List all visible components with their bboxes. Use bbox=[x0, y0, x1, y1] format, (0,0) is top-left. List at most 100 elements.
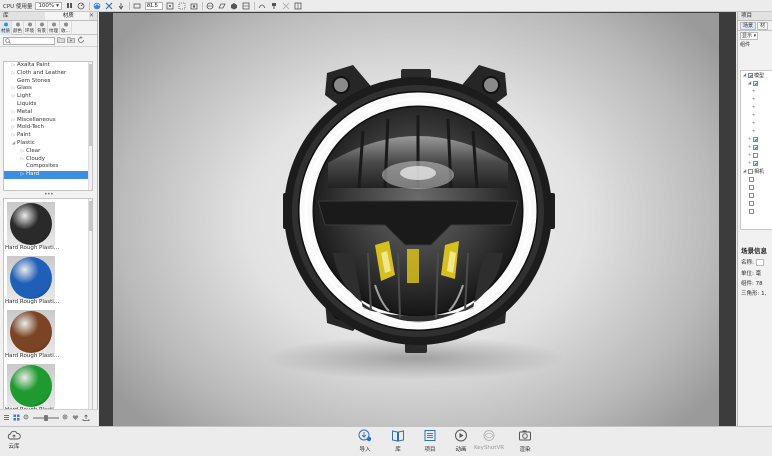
tree-row-part[interactable]: ◢ bbox=[741, 79, 772, 87]
panel-resize-handle[interactable]: ••• bbox=[44, 191, 54, 198]
upload-icon[interactable] bbox=[82, 414, 90, 423]
render-viewport[interactable] bbox=[99, 12, 736, 426]
thumbnail-scrollbar-thumb[interactable] bbox=[89, 201, 92, 231]
tree-item[interactable]: ▷ Glass bbox=[4, 85, 92, 93]
expand-icon[interactable]: + bbox=[751, 113, 756, 118]
close-icon[interactable]: ✕ bbox=[89, 12, 97, 20]
tree-row-part[interactable]: + bbox=[741, 95, 772, 103]
expand-arrow-icon[interactable]: ▷ bbox=[10, 62, 17, 70]
zoom-out-icon[interactable] bbox=[23, 414, 30, 423]
expand-icon[interactable]: + bbox=[747, 153, 752, 158]
resolution-lock-icon[interactable] bbox=[166, 1, 175, 10]
material-thumbnail[interactable]: Hard Rough Plasti... bbox=[5, 308, 59, 362]
thumbnail-size-slider[interactable] bbox=[33, 415, 59, 421]
realtime-render[interactable] bbox=[113, 13, 719, 426]
tree-row-part[interactable]: + bbox=[741, 119, 772, 127]
slider-knob[interactable] bbox=[44, 415, 48, 421]
expand-icon[interactable]: + bbox=[751, 89, 756, 94]
library-tab-4[interactable]: 纹理 bbox=[48, 21, 60, 35]
tree-row-camera-item[interactable] bbox=[741, 175, 772, 183]
expand-arrow-icon[interactable]: ▷ bbox=[19, 171, 26, 179]
expand-icon[interactable]: + bbox=[747, 161, 752, 166]
tree-row-camera-item[interactable] bbox=[741, 191, 772, 199]
tree-item[interactable]: ▷ Clear bbox=[4, 148, 92, 156]
tree-row-part[interactable]: + bbox=[741, 111, 772, 119]
material-thumbnail[interactable]: Hard Rough Plasti... bbox=[5, 254, 59, 308]
scene-tree-icon[interactable] bbox=[242, 1, 251, 10]
toggle-panels-icon[interactable] bbox=[294, 1, 303, 10]
tree-item[interactable]: ▷ Mold-Tech bbox=[4, 124, 92, 132]
tab-scene[interactable]: 场景 bbox=[740, 22, 757, 30]
expand-icon[interactable]: + bbox=[751, 105, 756, 110]
tree-row-camera[interactable]: ◢ 相机 bbox=[741, 167, 772, 175]
visibility-checkbox[interactable] bbox=[753, 160, 758, 166]
expand-arrow-icon[interactable]: ▷ bbox=[19, 156, 26, 164]
thumbnail-scrollbar[interactable] bbox=[88, 199, 92, 417]
geometry-view-icon[interactable] bbox=[230, 1, 239, 10]
tree-row-part[interactable]: + bbox=[741, 103, 772, 111]
collapse-icon[interactable]: ◢ bbox=[742, 169, 747, 174]
collapse-icon[interactable]: ◢ bbox=[742, 73, 747, 78]
pause-icon[interactable] bbox=[65, 1, 74, 10]
tree-item[interactable]: Liquids bbox=[4, 101, 92, 109]
library-tab-2[interactable]: 环境 bbox=[24, 21, 36, 35]
expand-arrow-icon[interactable]: ▷ bbox=[10, 93, 17, 101]
visibility-checkbox[interactable] bbox=[753, 80, 758, 86]
expand-arrow-icon[interactable]: ▷ bbox=[10, 132, 17, 140]
expand-arrow-icon[interactable]: ▷ bbox=[10, 124, 17, 132]
camera-distance-icon[interactable] bbox=[133, 1, 142, 10]
tree-item[interactable]: Gem Stones bbox=[4, 78, 92, 86]
region-render-icon[interactable] bbox=[178, 1, 187, 10]
tree-row-part[interactable]: + bbox=[741, 135, 772, 143]
dock-button-render-camera[interactable]: 渲染 bbox=[511, 429, 539, 455]
tree-item[interactable]: ▷ Axalta Paint bbox=[4, 62, 92, 70]
library-tab-0[interactable]: 材质 bbox=[0, 21, 12, 35]
tree-item[interactable]: ◢ Plastic bbox=[4, 140, 92, 148]
dock-button-animation-play[interactable]: 动画 bbox=[447, 429, 475, 455]
tree-item[interactable]: Composites bbox=[4, 163, 92, 171]
show-filter-select[interactable]: 显示 ▾ bbox=[740, 31, 759, 40]
center-world-icon[interactable] bbox=[206, 1, 215, 10]
import-folder-icon[interactable] bbox=[67, 36, 75, 45]
dock-button-project-list[interactable]: 项目 bbox=[416, 429, 444, 455]
favorite-icon[interactable] bbox=[72, 414, 79, 423]
library-search-input[interactable] bbox=[3, 36, 55, 45]
expand-icon[interactable]: + bbox=[751, 97, 756, 102]
tree-row-camera-item[interactable] bbox=[741, 183, 772, 191]
tree-row-part[interactable]: + bbox=[741, 127, 772, 135]
performance-mode-icon[interactable] bbox=[77, 1, 86, 10]
expand-icon[interactable]: + bbox=[751, 129, 756, 134]
dock-button-library-book[interactable]: 库 bbox=[384, 429, 412, 455]
dock-button-import[interactable]: 导入 bbox=[351, 429, 379, 455]
library-tab-3[interactable]: 背景 bbox=[36, 21, 48, 35]
floor-grid-icon[interactable] bbox=[218, 1, 227, 10]
denoise-icon[interactable] bbox=[258, 1, 267, 10]
fit-view-icon[interactable] bbox=[105, 1, 114, 10]
tree-row-part[interactable]: + bbox=[741, 143, 772, 151]
cloud-library-button[interactable]: 云库 bbox=[4, 430, 24, 454]
scene-name-input[interactable] bbox=[755, 259, 764, 266]
resolution-input[interactable] bbox=[144, 1, 163, 10]
tree-item[interactable]: ▷ Miscellaneous bbox=[4, 117, 92, 125]
tree-item[interactable]: ▷ Cloudy bbox=[4, 156, 92, 164]
tree-row-model[interactable]: ◢ 模型 bbox=[741, 71, 772, 79]
cpu-usage-select[interactable]: 100% ▾ bbox=[35, 1, 62, 10]
zoom-in-icon[interactable] bbox=[62, 414, 69, 423]
tree-scrollbar-thumb[interactable] bbox=[89, 64, 92, 146]
move-down-icon[interactable] bbox=[117, 1, 126, 10]
tumble-icon[interactable] bbox=[93, 1, 102, 10]
tree-row-camera-item[interactable] bbox=[741, 207, 772, 215]
tree-item[interactable]: ▷ Paint bbox=[4, 132, 92, 140]
collapse-icon[interactable]: ◢ bbox=[747, 81, 752, 86]
new-folder-icon[interactable] bbox=[57, 36, 65, 45]
expand-arrow-icon[interactable]: ▷ bbox=[19, 148, 26, 156]
expand-arrow-icon[interactable]: ▷ bbox=[10, 109, 17, 117]
visibility-checkbox[interactable] bbox=[748, 72, 753, 78]
expand-icon[interactable]: + bbox=[747, 145, 752, 150]
visibility-checkbox[interactable] bbox=[753, 152, 758, 158]
tree-row-camera-item[interactable] bbox=[741, 199, 772, 207]
tree-row-part[interactable]: + bbox=[741, 159, 772, 167]
expand-arrow-icon[interactable]: ◢ bbox=[10, 140, 17, 148]
material-thumbnail[interactable]: Hard Rough Plasti... bbox=[5, 200, 59, 254]
list-view-icon[interactable] bbox=[3, 414, 10, 423]
